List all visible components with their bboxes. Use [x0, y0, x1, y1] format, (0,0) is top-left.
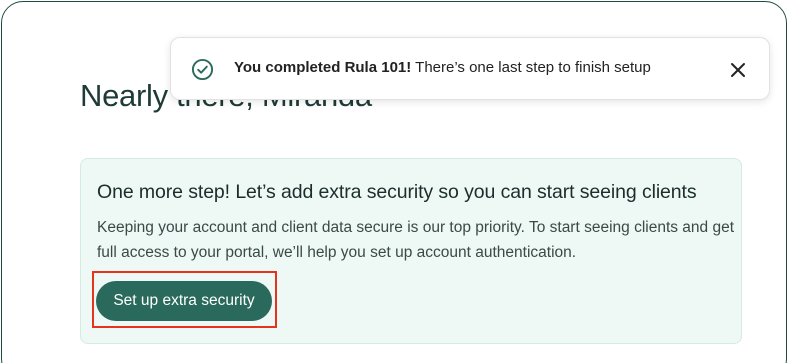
security-card-heading: One more step! Let’s add extra security …: [97, 181, 697, 203]
set-up-security-button[interactable]: Set up extra security: [96, 281, 272, 321]
toast-message-text: There’s one last step to finish setup: [411, 59, 651, 76]
toast-notification: You completed Rula 101! There’s one last…: [170, 37, 770, 100]
toast-bold-text: You completed Rula 101!: [234, 59, 412, 76]
security-card-body: Keeping your account and client data sec…: [97, 219, 735, 261]
check-circle-icon: [191, 58, 214, 81]
close-icon[interactable]: [726, 58, 750, 82]
toast-message: You completed Rula 101! There’s one last…: [234, 59, 651, 76]
